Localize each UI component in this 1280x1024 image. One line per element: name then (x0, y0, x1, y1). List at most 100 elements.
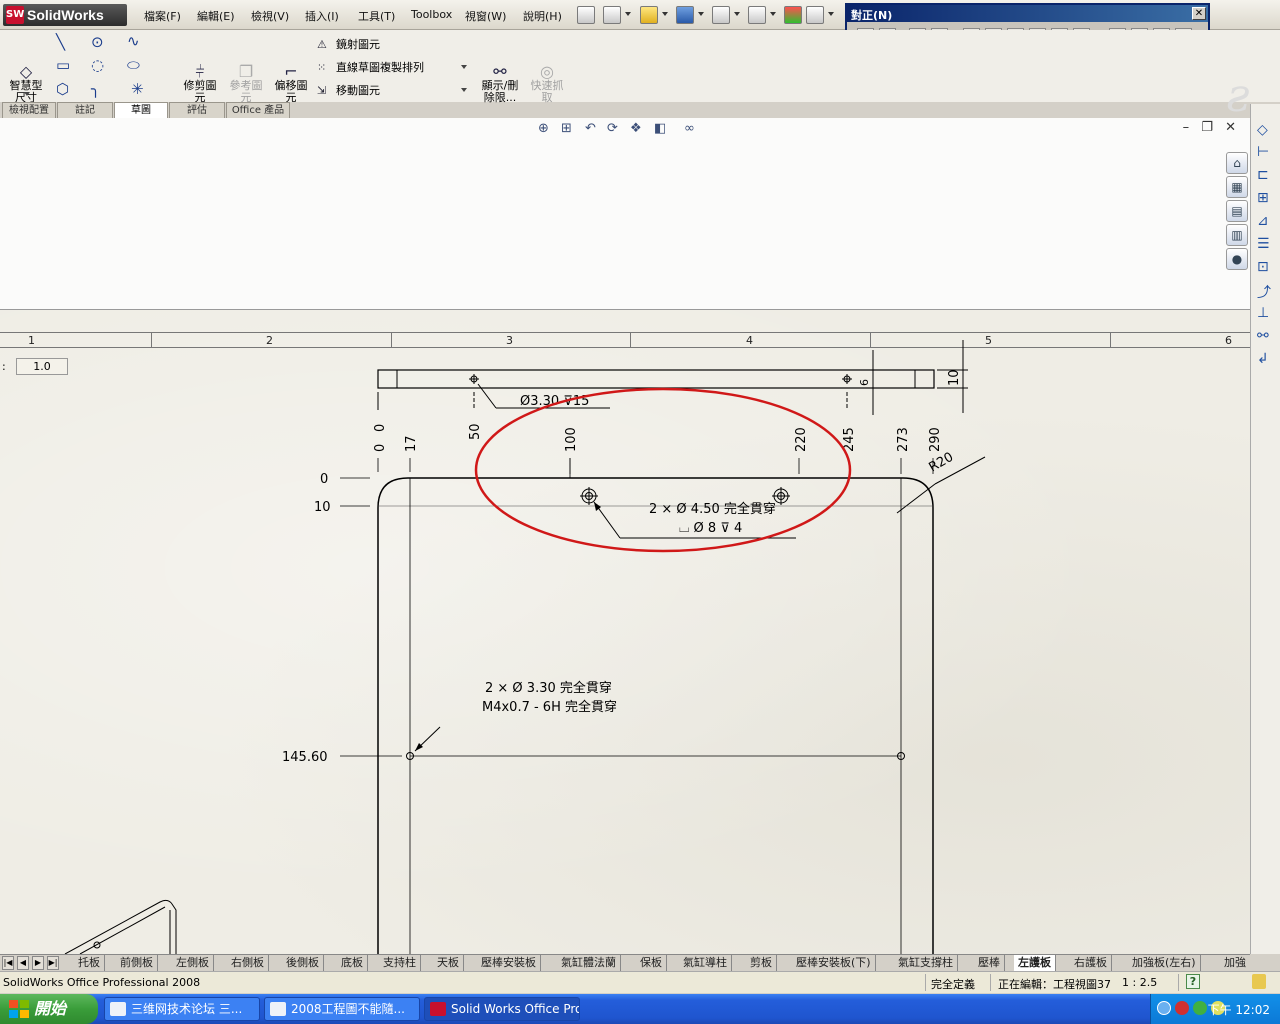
rb-tool-icon[interactable]: ◇ (1257, 122, 1268, 138)
rectangle-icon[interactable]: ▭ (56, 56, 70, 74)
sheet-tab[interactable]: 氣缸導柱 (679, 955, 732, 971)
doc-restore-icon[interactable]: ❐ (1201, 120, 1213, 135)
menu-view[interactable]: 檢視(V) (251, 8, 289, 24)
taskbar-item-forum-post[interactable]: 2008工程圖不能隨... (264, 997, 420, 1021)
pin-icon[interactable] (577, 6, 595, 24)
linear-pattern-button[interactable]: ⁙ 直線草圖複製排列 (317, 59, 424, 75)
messenger-icon[interactable] (1193, 1001, 1207, 1015)
ord-dim-left[interactable]: 145.60 (282, 750, 328, 765)
tab-view-layout[interactable]: 檢視配置 (2, 102, 56, 118)
rb-tool-icon[interactable]: ⚯ (1257, 328, 1269, 344)
sheet-tab[interactable]: 氣缸體法蘭 (557, 955, 621, 971)
ord-dim-left[interactable]: 0 (320, 472, 328, 487)
view-palette-icon[interactable]: ▥ (1226, 224, 1248, 246)
new-document-icon[interactable] (603, 6, 621, 24)
design-library-icon[interactable]: ▦ (1226, 176, 1248, 198)
rb-tool-icon[interactable]: ⊡ (1257, 259, 1269, 275)
tab-evaluate[interactable]: 評估 (169, 102, 225, 118)
move-entities-button[interactable]: ⇲ 移動圖元 (317, 82, 380, 98)
sheet-tab[interactable]: 壓棒 (974, 955, 1005, 971)
ord-dim[interactable]: 100 (564, 427, 579, 452)
isometric-view-fragment[interactable] (64, 899, 177, 954)
rb-tool-icon[interactable]: ⊞ (1257, 190, 1269, 206)
ord-dim[interactable]: 290 (928, 427, 943, 452)
sheet-tab[interactable]: 壓棒安裝板(下) (792, 955, 876, 971)
rb-tool-icon[interactable]: ⊏ (1257, 167, 1269, 183)
sheet-tab[interactable]: 右護板 (1070, 955, 1112, 971)
sheet-tab[interactable]: 右側板 (227, 955, 269, 971)
top-view[interactable] (377, 340, 968, 415)
rebuild-traffic-light-icon[interactable] (784, 6, 802, 24)
view-orientation-icon[interactable]: ❖ (630, 121, 642, 136)
save-icon[interactable] (676, 6, 694, 24)
hide-show-items-icon[interactable]: ∞ (684, 121, 695, 136)
sheet-tab-active[interactable]: 左護板 (1014, 955, 1056, 971)
dim-10[interactable]: 10 (947, 369, 962, 386)
drawing-sheet[interactable]: 1 2 3 4 5 6 : 1.0 Ø3.30 ⊽15 6 10 0 0 17 … (0, 310, 1250, 954)
ord-dim[interactable]: 0 (373, 424, 388, 432)
rebuild-status-icon[interactable] (1252, 974, 1266, 989)
appearances-icon[interactable]: ● (1226, 248, 1248, 270)
doc-minimize-icon[interactable]: – (1183, 120, 1190, 135)
sheet-tab[interactable]: 左側板 (172, 955, 214, 971)
sheet-tab[interactable]: 加強板(左右) (1128, 955, 1201, 971)
menu-help[interactable]: 說明(H) (523, 8, 562, 24)
tab-office-products[interactable]: Office 產品 (226, 102, 290, 118)
tab-annotation[interactable]: 註記 (57, 102, 113, 118)
hole-callout-cbore-line2[interactable]: ⌴ Ø 8 ⊽ 4 (679, 521, 742, 536)
ord-dim[interactable]: 50 (468, 423, 483, 440)
zoom-to-fit-icon[interactable]: ⊕ (538, 121, 549, 136)
tray-chevron-icon[interactable] (1157, 1001, 1171, 1015)
file-explorer-icon[interactable]: ▤ (1226, 200, 1248, 222)
menu-file[interactable]: 檔案(F) (144, 8, 181, 24)
sheet-tab[interactable]: 氣缸支撐柱 (894, 955, 958, 971)
sheet-tab[interactable]: 保板 (636, 955, 667, 971)
undo-icon[interactable] (748, 6, 766, 24)
menu-insert[interactable]: 插入(I) (305, 8, 339, 24)
menu-edit[interactable]: 編輯(E) (197, 8, 235, 24)
ord-dim[interactable]: 0 (373, 444, 388, 452)
radius-dim[interactable]: R20 (927, 450, 957, 476)
sheet-tab[interactable]: 底板 (337, 955, 368, 971)
print-icon[interactable] (712, 6, 730, 24)
front-view[interactable] (377, 458, 934, 954)
ellipse-icon[interactable]: ⬭ (127, 56, 140, 74)
zoom-area-icon[interactable]: ⊞ (561, 121, 572, 136)
arc-icon[interactable]: ◌ (91, 56, 104, 74)
hole-callout-tap-line1[interactable]: 2 × Ø 3.30 完全貫穿 (485, 680, 612, 696)
ord-dim[interactable]: 17 (404, 435, 419, 452)
top-hole-callout[interactable]: Ø3.30 ⊽15 (520, 394, 589, 409)
next-sheet-button[interactable]: ▶ (32, 956, 44, 970)
display-style-icon[interactable]: ◧ (654, 121, 666, 136)
options-icon[interactable] (806, 6, 824, 24)
fillet-icon[interactable]: ╮ (91, 80, 100, 98)
ord-dim[interactable]: 273 (896, 427, 911, 452)
sheet-tab[interactable]: 天板 (433, 955, 464, 971)
sheet-tab[interactable]: 托板 (74, 955, 105, 971)
graphics-area[interactable]: ⊕ ⊞ ↶ ⟳ ❖ ◧ ∞ – ❐ ✕ 1 2 3 4 5 6 : 1.0 Ø3… (0, 118, 1250, 954)
ord-dim[interactable]: 220 (794, 427, 809, 452)
quick-snaps-button[interactable]: ◎ 快速抓 取 (526, 42, 568, 116)
menu-tools[interactable]: 工具(T) (358, 8, 395, 24)
mirror-entities-button[interactable]: ⚠ 鏡射圖元 (317, 36, 380, 52)
hole-callout-cbore-line1[interactable]: 2 × Ø 4.50 完全貫穿 (649, 501, 776, 517)
rb-tool-icon[interactable]: ⊥ (1257, 305, 1269, 321)
display-delete-relations-button[interactable]: ⚯ 顯示/刪 除限... (476, 42, 524, 116)
ord-dim-left[interactable]: 10 (314, 500, 331, 515)
previous-view-icon[interactable]: ↶ (585, 121, 596, 136)
rotate-view-icon[interactable]: ⟳ (607, 121, 618, 136)
help-icon[interactable]: ? (1186, 974, 1200, 989)
sheet-tab[interactable]: 前側板 (116, 955, 158, 971)
home-icon[interactable]: ⌂ (1226, 152, 1248, 174)
taskbar-item-solidworks[interactable]: Solid Works Office Pro... (424, 997, 580, 1021)
rb-tool-icon[interactable]: ↲ (1257, 351, 1269, 367)
taskbar-item-forum[interactable]: 三维网技术论坛 三... (104, 997, 260, 1021)
menu-toolbox[interactable]: Toolbox (411, 8, 452, 21)
rb-tool-icon[interactable]: ☰ (1257, 236, 1270, 252)
sheet-tab[interactable]: 加強 (1220, 955, 1250, 971)
sheet-tab[interactable]: 壓棒安裝板 (477, 955, 541, 971)
spline-icon[interactable]: ∿ (127, 32, 140, 50)
sheet-tab[interactable]: 剪板 (746, 955, 777, 971)
line-icon[interactable]: ╲ (56, 33, 65, 51)
menu-window[interactable]: 視窗(W) (465, 8, 506, 24)
